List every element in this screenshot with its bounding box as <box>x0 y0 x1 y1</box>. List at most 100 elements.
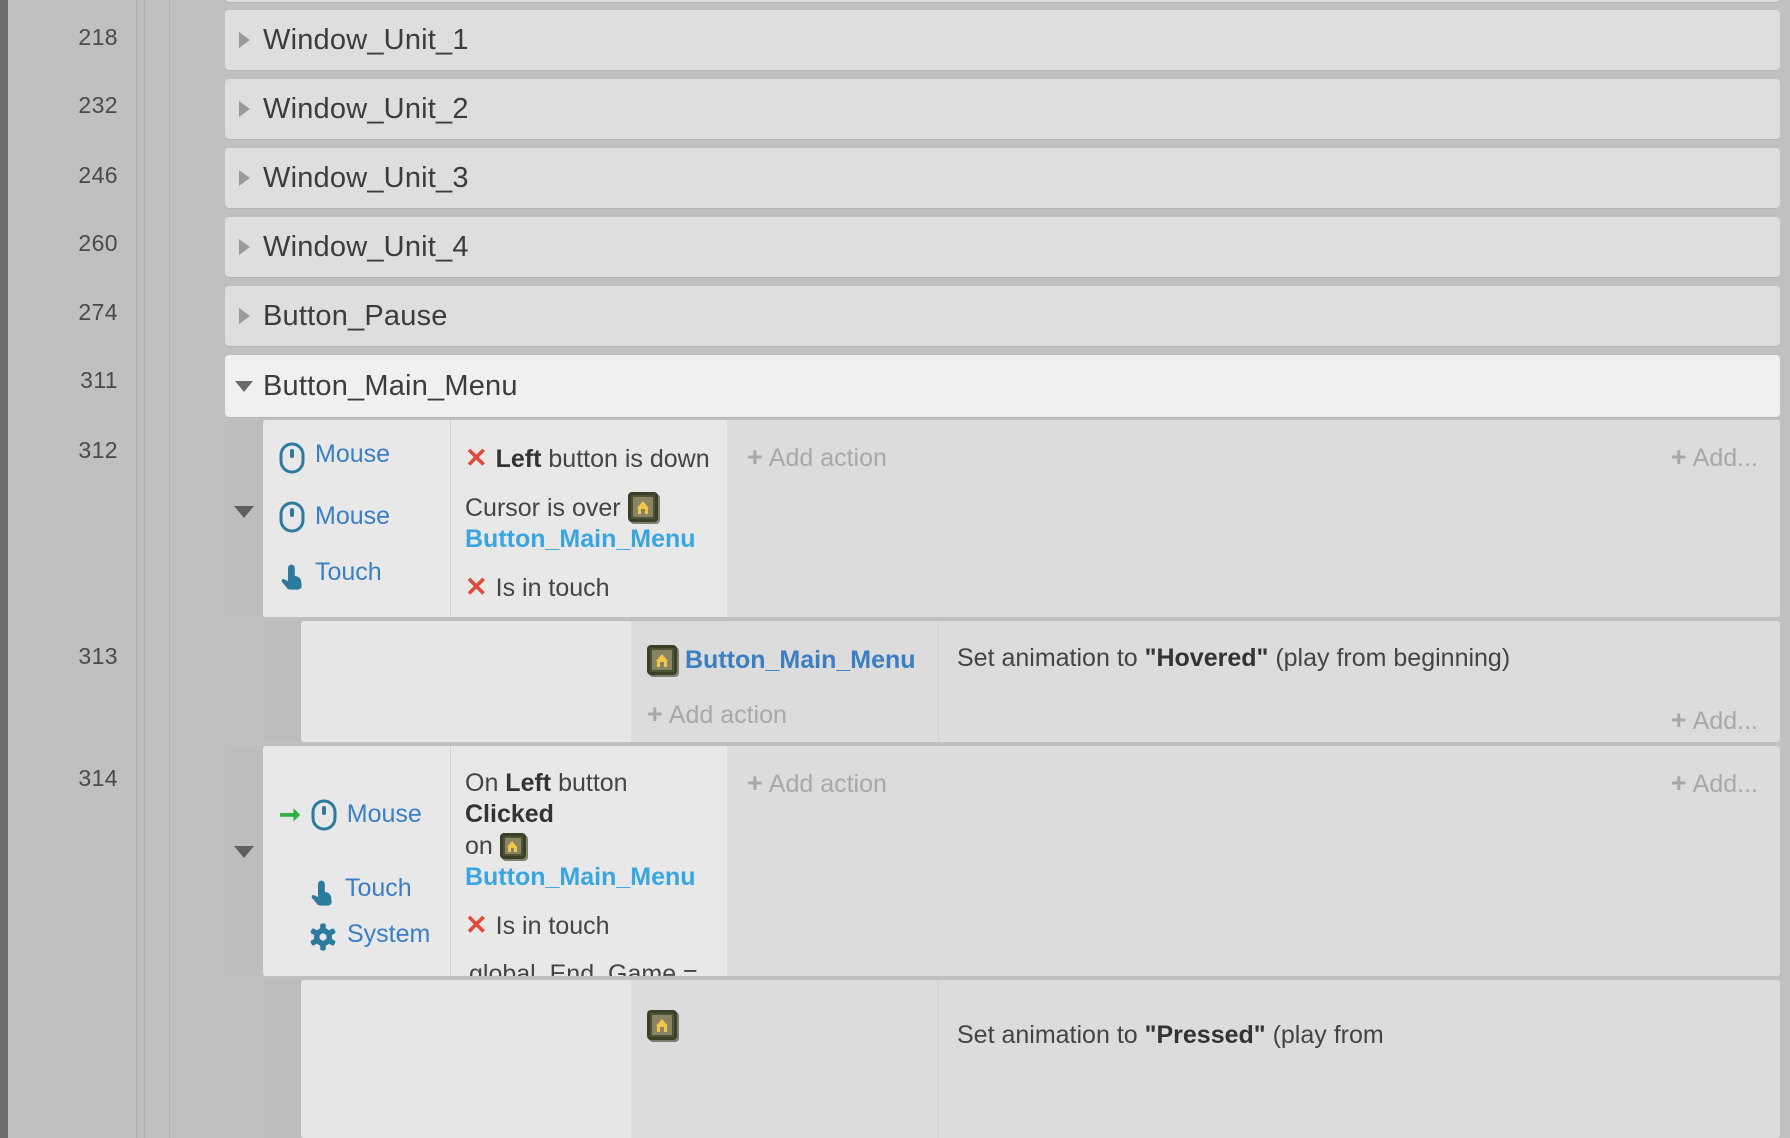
expand-arrow-icon[interactable] <box>225 170 263 186</box>
action-text-column-313[interactable]: Set animation to "Hovered" (play from be… <box>938 621 1780 742</box>
group-name: Window_Unit_2 <box>263 92 469 125</box>
mouse-icon <box>279 442 305 474</box>
subevent-gutter-314 <box>225 746 263 976</box>
group-name: Window_Unit_3 <box>263 161 469 194</box>
condition-text-is-in-touch[interactable]: ✕ Is in touch <box>451 563 727 613</box>
add-more-button-314[interactable]: + Add... <box>1671 758 1780 809</box>
condition-text-global-end-game[interactable]: global_End_Game = 0 <box>451 951 727 976</box>
event-number-column: 218 232 246 260 274 311 312 313 314 <box>8 0 136 1138</box>
event-number: 312 <box>78 437 118 463</box>
touch-icon <box>279 560 305 592</box>
action-text-pre: Set animation to <box>957 1021 1145 1049</box>
action-column-312[interactable]: + Add action + Add... <box>727 420 1780 617</box>
action-blank-column-315 <box>301 980 631 1138</box>
group-name: Button_Main_Menu <box>263 369 518 402</box>
condition-text-left-button-down[interactable]: ✕ Left button is down <box>451 434 727 484</box>
gear-icon <box>309 922 337 952</box>
condition-object-mouse[interactable]: Mouse <box>263 434 450 480</box>
event-sheet-canvas: Window_Unit_1 Window_Unit_2 Window_Unit_… <box>187 0 1790 1138</box>
action-text-post: (play from beginning) <box>1268 644 1511 672</box>
add-label: Add... <box>1692 770 1758 798</box>
sprite-house-icon <box>647 1010 677 1040</box>
condition-object-system[interactable]: System <box>263 914 450 960</box>
event-number: 311 <box>80 367 118 393</box>
plus-icon: + <box>1670 705 1687 735</box>
group-row-button-pause[interactable]: Button_Pause <box>225 286 1780 346</box>
add-action-button-312[interactable]: + Add action <box>727 432 887 483</box>
object-reference-link[interactable]: Button_Main_Menu <box>465 863 696 891</box>
group-row-window-unit-1[interactable]: Window_Unit_1 <box>225 10 1780 70</box>
condition-bold-left: Left <box>505 769 552 797</box>
event-block-313[interactable]: Button_Main_Menu + Add action Set animati… <box>301 621 1780 742</box>
event-block-312[interactable]: Mouse Mouse Touch ✕ Left button is down … <box>263 420 1780 617</box>
condition-bold-left: Left <box>495 445 542 473</box>
condition-object-touch[interactable]: Touch <box>263 868 450 914</box>
collapse-arrow-icon[interactable] <box>234 506 254 518</box>
plus-icon: + <box>647 699 663 729</box>
add-action-label: Add action <box>768 444 887 472</box>
collapse-arrow-icon[interactable] <box>234 846 254 858</box>
expand-arrow-icon[interactable] <box>225 308 263 324</box>
action-blank-column-313 <box>301 621 631 742</box>
expand-arrow-icon[interactable] <box>225 32 263 48</box>
action-text-set-animation-pressed[interactable]: Set animation to "Pressed" (play from <box>939 992 1780 1059</box>
group-row-window-unit-2[interactable]: Window_Unit_2 <box>225 79 1780 139</box>
condition-text: Is in touch <box>495 912 610 940</box>
event-number: 218 <box>78 24 118 50</box>
condition-object-mouse[interactable]: Mouse <box>263 480 450 552</box>
object-reference-link[interactable]: Button_Main_Menu <box>685 646 916 675</box>
touch-icon <box>309 876 335 908</box>
group-row-button-main-menu[interactable]: Button_Main_Menu <box>225 355 1780 417</box>
trigger-arrow-icon: ➞ <box>279 798 301 829</box>
add-more-button-312[interactable]: + Add... <box>1671 432 1780 483</box>
action-column-314[interactable]: + Add action + Add... <box>727 746 1780 976</box>
event-block-315-partial[interactable]: Set animation to "Pressed" (play from <box>301 980 1780 1138</box>
gutter-strip-3 <box>169 0 187 1138</box>
condition-object-mouse[interactable]: ➞ Mouse <box>263 760 450 868</box>
condition-text-cursor-over[interactable]: Cursor is over Button_Main_Menu <box>451 484 727 564</box>
event-number: 313 <box>78 643 118 669</box>
condition-text: button is down <box>541 445 710 473</box>
condition-object-touch[interactable]: Touch <box>263 552 450 598</box>
condition-text: Cursor is over <box>465 493 628 522</box>
group-name: Window_Unit_4 <box>263 230 469 263</box>
gutter-strip-2 <box>144 0 169 1138</box>
condition-text: global_End_Game = 0 <box>469 959 698 976</box>
gutter-strip-1 <box>136 0 144 1138</box>
expand-arrow-icon[interactable] <box>225 239 263 255</box>
group-row-partial-above <box>225 0 1780 2</box>
condition-text-on-left-clicked[interactable]: On Left button Clicked on Button_Main_Me… <box>451 760 727 901</box>
mouse-icon <box>311 799 337 831</box>
add-action-button-313[interactable]: + Add action <box>631 675 938 740</box>
add-more-button-313[interactable]: + Add... <box>1671 633 1780 742</box>
action-text-post: (play from <box>1265 1021 1384 1049</box>
action-text-set-animation[interactable]: Set animation to "Hovered" (play from be… <box>939 633 1526 682</box>
condition-text-column-314: On Left button Clicked on Button_Main_Me… <box>450 746 727 976</box>
collapse-arrow-icon[interactable] <box>225 380 263 392</box>
inverted-icon: ✕ <box>465 443 488 473</box>
object-reference-link[interactable]: Button_Main_Menu <box>465 525 696 553</box>
event-number: 246 <box>78 162 118 188</box>
window-left-edge <box>0 0 8 1138</box>
sprite-house-icon <box>647 645 677 675</box>
action-object-column-315[interactable] <box>631 980 938 1138</box>
action-text-column-315[interactable]: Set animation to "Pressed" (play from <box>938 980 1780 1138</box>
condition-text-column-312: ✕ Left button is down Cursor is over Butt… <box>450 420 727 617</box>
action-object-column-313[interactable]: Button_Main_Menu + Add action <box>631 621 938 742</box>
group-row-window-unit-3[interactable]: Window_Unit_3 <box>225 148 1780 208</box>
plugin-name: Mouse <box>315 440 391 468</box>
event-block-314[interactable]: ➞ Mouse Touch System On Left button Clic… <box>263 746 1780 976</box>
event-number: 274 <box>78 299 118 325</box>
group-name: Window_Unit_1 <box>263 23 469 56</box>
event-number: 314 <box>78 765 118 791</box>
condition-text-pre: On <box>465 769 506 797</box>
sprite-house-icon <box>627 491 658 522</box>
expand-arrow-icon[interactable] <box>225 101 263 117</box>
add-label: Add... <box>1692 707 1758 735</box>
plus-icon: + <box>747 442 763 472</box>
condition-object-column-312: Mouse Mouse Touch <box>263 420 450 617</box>
subevent-gutter-315 <box>263 980 301 1138</box>
group-row-window-unit-4[interactable]: Window_Unit_4 <box>225 217 1780 277</box>
condition-text-is-in-touch[interactable]: ✕ Is in touch <box>451 901 727 951</box>
add-action-button-314[interactable]: + Add action <box>727 758 887 809</box>
